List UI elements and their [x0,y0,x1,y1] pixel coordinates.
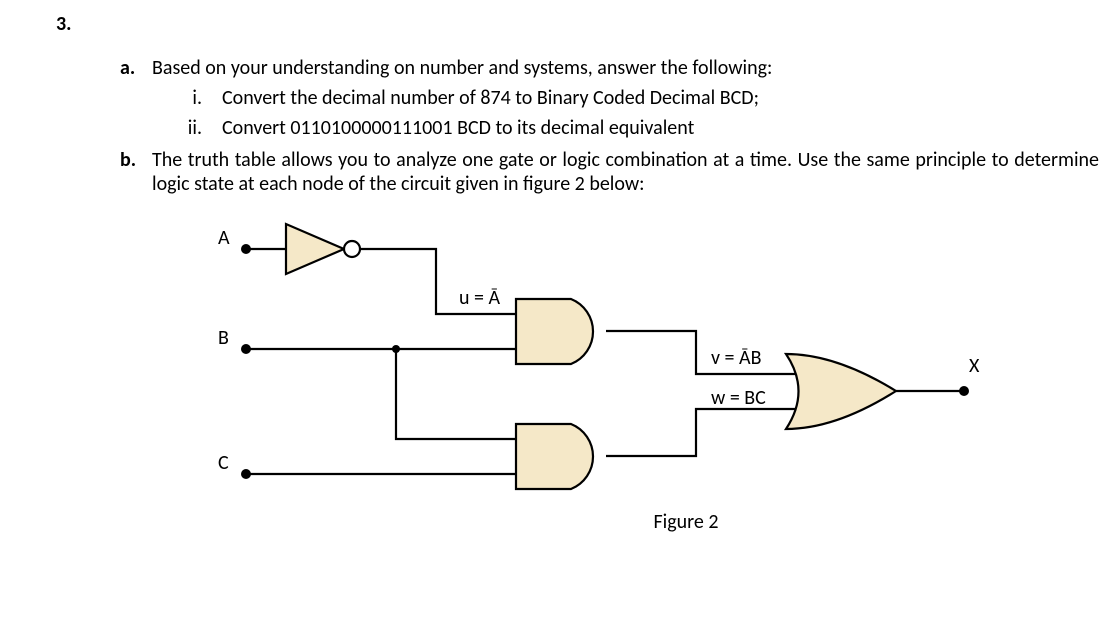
or-gate [786,354,896,429]
part-b: b. The truth table allows you to analyze… [116,148,1099,196]
wire-w [606,409,796,456]
sub-label-i: i. [152,86,222,110]
node-v-label: v = ĀB [711,346,762,370]
part-a: a. Based on your understanding on number… [116,56,1099,140]
wire-B-branch-to-and2 [396,349,516,439]
output-X-node [959,386,969,396]
input-C-label: C [218,451,229,475]
figure-caption: Figure 2 [176,510,1096,534]
input-B-label: B [218,326,229,350]
part-b-label: b. [116,148,152,172]
part-a-sublist: i. Convert the decimal number of 874 to … [152,86,1099,140]
part-a-label: a. [116,56,152,80]
sub-text-i: Convert the decimal number of 874 to Bin… [222,86,759,110]
sub-text-ii: Convert 0110100000111001 BCD to its deci… [222,116,694,140]
page: 3. a. Based on your understanding on num… [0,0,1119,641]
part-b-body: The truth table allows you to analyze on… [152,148,1099,196]
sub-item-ii: ii. Convert 0110100000111001 BCD to its … [152,116,1099,140]
circuit-svg: .wire { stroke:#000; stroke-width:2.2; f… [176,214,996,504]
wire-v [606,331,796,374]
question-number: 3. [56,12,71,36]
node-w-label: w = BC [711,386,766,410]
not-gate [286,224,344,274]
and-gate-1 [516,299,593,364]
part-a-body: Based on your understanding on number an… [152,56,1099,140]
not-bubble [344,241,360,257]
input-A-label: A [218,226,230,250]
sub-label-ii: ii. [152,116,222,140]
output-X-label: X [969,354,980,378]
and-gate-2 [516,424,593,489]
sub-item-i: i. Convert the decimal number of 874 to … [152,86,1099,110]
part-a-lead: Based on your understanding on number an… [152,56,1099,80]
figure-2: .wire { stroke:#000; stroke-width:2.2; f… [176,214,996,534]
node-u-label: u = Ā [459,286,501,310]
